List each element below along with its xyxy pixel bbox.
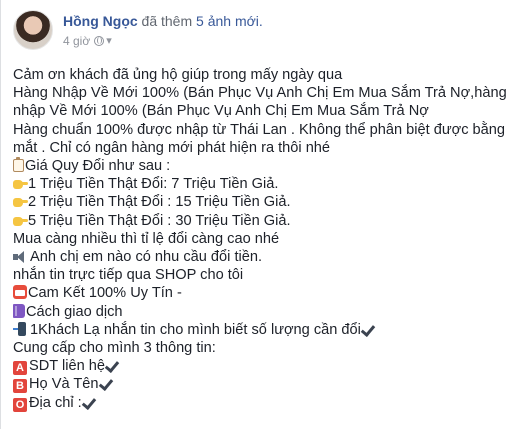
check-mark-icon [99, 377, 113, 389]
pointing-hand-icon [13, 177, 28, 190]
photos-link[interactable]: 5 ảnh mới. [196, 13, 263, 29]
post-text-line: Hàng chuẩn 100% được nhập từ Thái Lan . … [13, 121, 513, 139]
post-subtitle-line: 4 giờ ▾ [63, 33, 263, 49]
check-mark-icon [361, 323, 375, 335]
author-name-link[interactable]: Hồng Ngọc [63, 13, 138, 29]
post-text-line: 2 Triệu Tiền Thật Đổi : 15 Triệu Tiền Gi… [13, 193, 513, 211]
letter-b-icon: B [13, 379, 27, 394]
post-body: Cảm ơn khách đã ủng hộ giúp trong mấy ng… [13, 66, 513, 412]
post-text: Giá Quy Đổi như sau : [25, 158, 171, 175]
letter-o-icon: O [13, 397, 27, 412]
post-text-line: nhập Về Mới 100% (Bán Phục Vụ Anh Chị Em… [13, 102, 513, 120]
check-mark-icon [82, 396, 96, 408]
book-icon [13, 303, 25, 318]
author-avatar[interactable] [13, 10, 53, 50]
pointing-hand-icon [13, 195, 28, 208]
letter-a-icon: A [13, 361, 27, 376]
post-action-text: đã thêm [141, 13, 193, 29]
post-text-line: O Địa chỉ : [13, 394, 513, 412]
chevron-down-icon[interactable]: ▾ [106, 33, 112, 49]
post-text: Hàng Nhập Về Mới 100% (Bán Phục Vụ Anh C… [13, 85, 507, 102]
post-text: Cam Kết 100% Uy Tín - [28, 285, 182, 302]
post-text-line: Cách giao dịch [13, 303, 513, 321]
calendar-icon [13, 285, 27, 300]
phone-icon [13, 321, 29, 336]
post-text-line: 5 Triệu Tiền Thật Đổi : 30 Triệu Tiền Gi… [13, 212, 513, 230]
facebook-post: Hồng Ngọc đã thêm 5 ảnh mới. 4 giờ ▾ Cảm… [0, 0, 518, 429]
post-meta: Hồng Ngọc đã thêm 5 ảnh mới. 4 giờ ▾ [63, 12, 263, 49]
post-text: Cách giao dịch [26, 303, 123, 320]
post-text-line: Giá Quy Đổi như sau : [13, 157, 513, 175]
post-text: 1 Triệu Tiền Thật Đổi: 7 Triệu Tiền Giả. [28, 176, 279, 193]
speaker-icon [13, 251, 29, 264]
post-text: nhập Về Mới 100% (Bán Phục Vụ Anh Chị Em… [13, 103, 429, 120]
post-text: Hàng chuẩn 100% được nhập từ Thái Lan . … [13, 121, 506, 138]
post-text: 1Khách Lạ nhắn tin cho mình biết số lượn… [30, 321, 361, 338]
post-text-line: nhắn tin trực tiếp qua SHOP cho tôi [13, 266, 513, 284]
clipboard-icon [13, 157, 24, 173]
post-text-line: mắt . Chỉ có ngân hàng mới phát hiện ra … [13, 139, 513, 157]
post-text-line: B Họ Và Tên [13, 375, 513, 394]
post-header: Hồng Ngọc đã thêm 5 ảnh mới. 4 giờ ▾ [13, 10, 263, 54]
post-text: Cảm ơn khách đã ủng hộ giúp trong mấy ng… [13, 67, 343, 83]
post-text-line: 1 Triệu Tiền Thật Đổi: 7 Triệu Tiền Giả. [13, 175, 513, 193]
post-text: Mua càng nhiều thì tỉ lệ đổi càng cao nh… [13, 230, 280, 247]
post-text: 5 Triệu Tiền Thật Đổi : 30 Triệu Tiền Gi… [28, 212, 291, 229]
post-text: Anh chị em nào có nhu cầu đổi tiền. [30, 249, 263, 266]
post-text-line: Cung cấp cho mình 3 thông tin: [13, 339, 513, 357]
post-text: Cung cấp cho mình 3 thông tin: [13, 340, 216, 357]
check-mark-icon [105, 359, 119, 371]
post-text-line: A SDT liên hệ [13, 357, 513, 376]
post-text-line: Cam Kết 100% Uy Tín - [13, 284, 513, 302]
post-text-line: Mua càng nhiều thì tỉ lệ đổi càng cao nh… [13, 230, 513, 248]
post-text-line: 1Khách Lạ nhắn tin cho mình biết số lượn… [13, 321, 513, 339]
post-text: Họ Và Tên [29, 376, 99, 393]
post-title-line: Hồng Ngọc đã thêm 5 ảnh mới. [63, 12, 263, 30]
post-text: nhắn tin trực tiếp qua SHOP cho tôi [13, 267, 244, 284]
post-timestamp[interactable]: 4 giờ [63, 33, 90, 49]
globe-icon[interactable] [94, 36, 105, 46]
pointing-hand-icon [13, 214, 28, 227]
post-text-line: Cảm ơn khách đã ủng hộ giúp trong mấy ng… [13, 66, 513, 84]
post-text-line: Anh chị em nào có nhu cầu đổi tiền. [13, 248, 513, 266]
post-text: SDT liên hệ [29, 358, 105, 375]
post-text-line: Hàng Nhập Về Mới 100% (Bán Phục Vụ Anh C… [13, 84, 513, 102]
post-text: mắt . Chỉ có ngân hàng mới phát hiện ra … [13, 139, 331, 156]
post-text: 2 Triệu Tiền Thật Đổi : 15 Triệu Tiền Gi… [28, 194, 291, 211]
post-text: Địa chỉ : [29, 394, 82, 411]
